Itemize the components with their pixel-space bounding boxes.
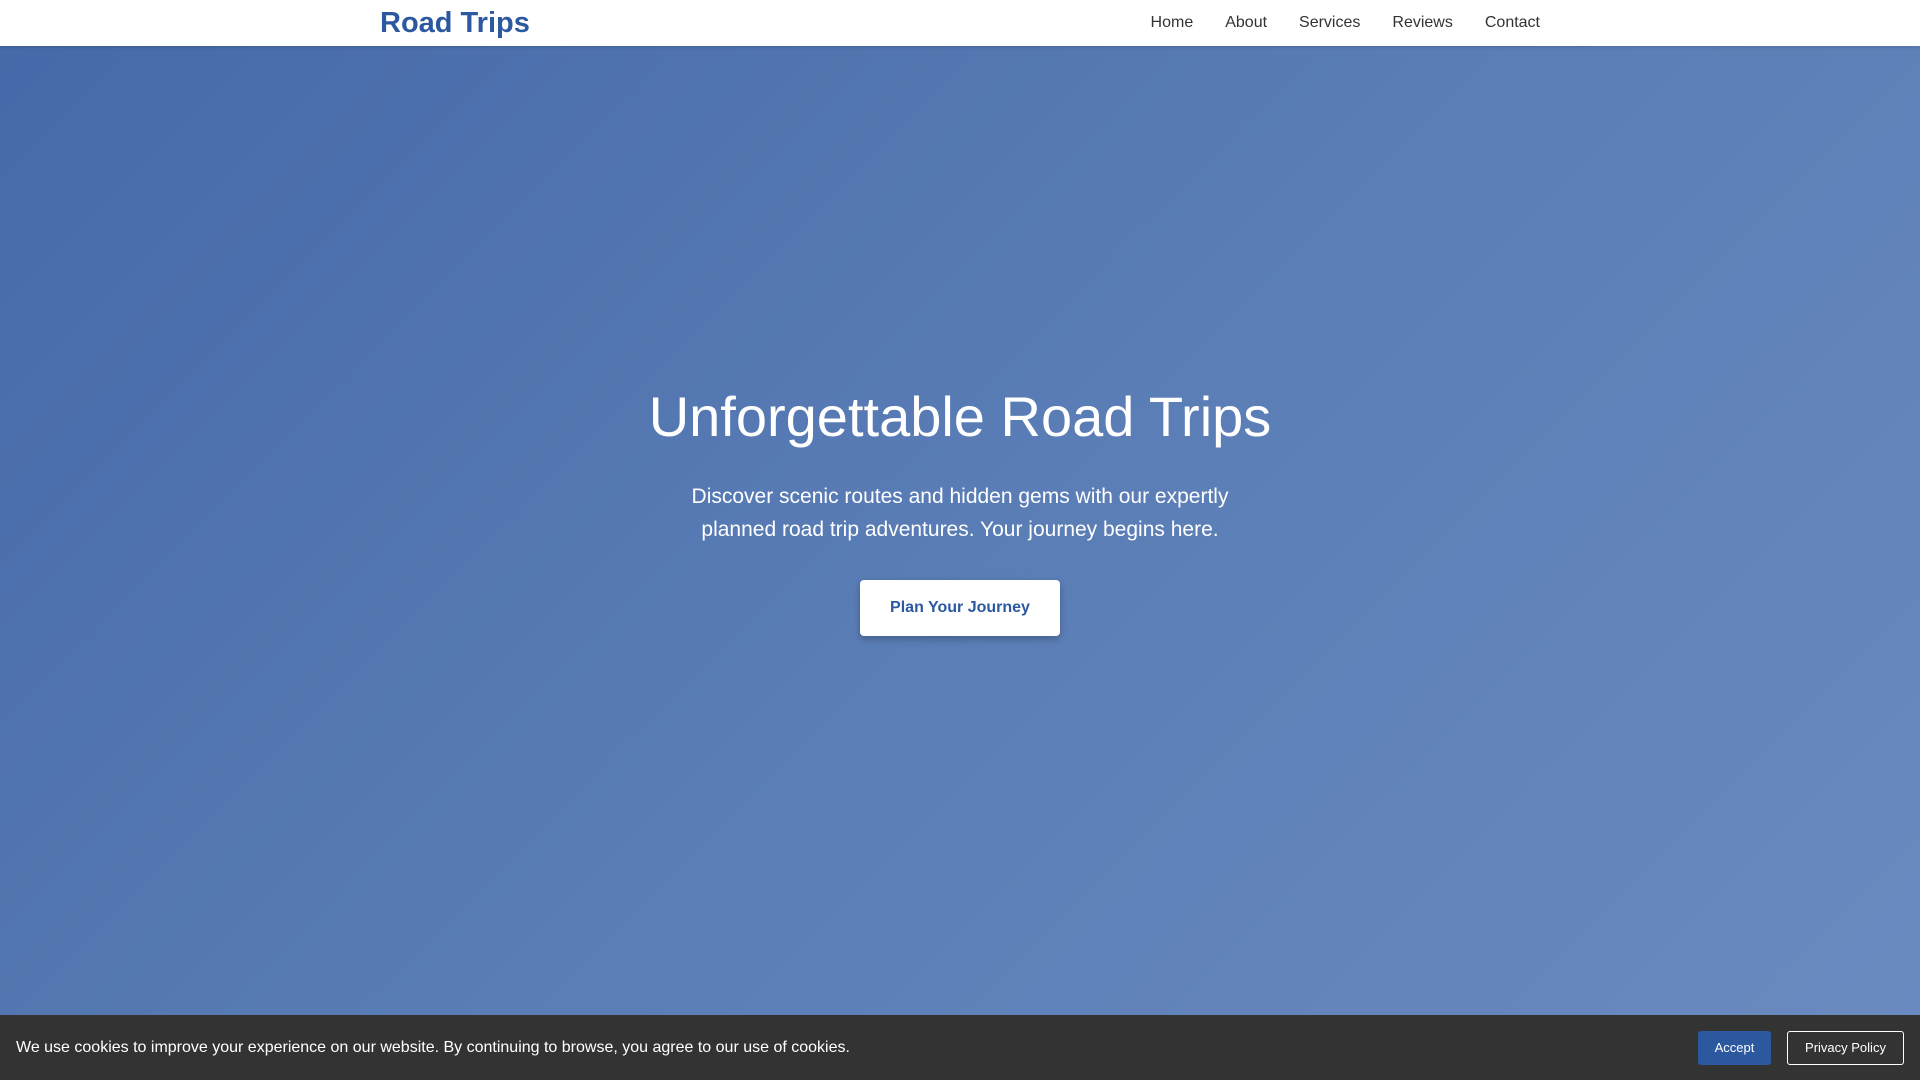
nav-link-reviews[interactable]: Reviews: [1392, 14, 1452, 32]
plan-journey-button[interactable]: Plan Your Journey: [860, 580, 1060, 636]
nav-link-home[interactable]: Home: [1151, 14, 1194, 32]
hero-section: Unforgettable Road Trips Discover scenic…: [0, 46, 1920, 1014]
brand-logo[interactable]: Road Trips: [380, 5, 530, 41]
main-nav: Home About Services Reviews Contact: [1151, 0, 1540, 46]
cookie-banner: We use cookies to improve your experienc…: [0, 1015, 1920, 1080]
cookie-message: We use cookies to improve your experienc…: [16, 1038, 850, 1056]
nav-link-services[interactable]: Services: [1299, 14, 1360, 32]
accept-cookies-button[interactable]: Accept: [1698, 1030, 1771, 1065]
nav-link-about[interactable]: About: [1225, 14, 1267, 32]
privacy-policy-button[interactable]: Privacy Policy: [1787, 1030, 1904, 1065]
hero-title: Unforgettable Road Trips: [648, 385, 1272, 448]
nav-link-contact[interactable]: Contact: [1485, 14, 1540, 32]
top-navbar: Road Trips Home About Services Reviews C…: [0, 0, 1920, 46]
hero-subtitle: Discover scenic routes and hidden gems w…: [691, 485, 1229, 541]
cookie-actions: Accept Privacy Policy: [1698, 1030, 1904, 1065]
